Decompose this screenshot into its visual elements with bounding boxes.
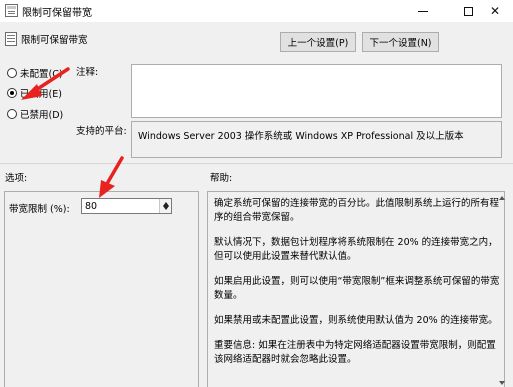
annotation-arrow-bandwidth xyxy=(99,156,124,198)
annotation-arrow-enabled xyxy=(21,67,70,100)
annotation-arrows xyxy=(21,67,124,198)
